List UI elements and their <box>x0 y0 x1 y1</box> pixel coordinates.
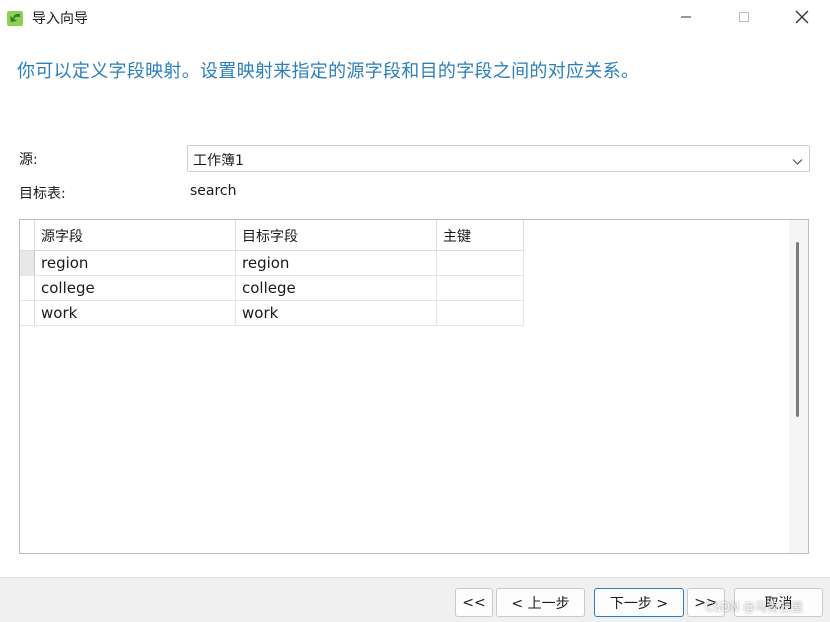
last-step-button[interactable]: >> <box>687 588 725 617</box>
table-row[interactable]: college college <box>20 276 524 301</box>
maximize-icon <box>739 12 749 22</box>
primary-key-cell[interactable] <box>437 251 524 276</box>
source-field-cell[interactable]: college <box>35 276 236 301</box>
window-title: 导入向导 <box>32 11 88 27</box>
instruction-text: 你可以定义字段映射。设置映射来指定的源字段和目的字段之间的对应关系。 <box>17 61 640 82</box>
first-step-button[interactable]: << <box>455 588 493 617</box>
title-bar: 导入向导 <box>0 0 830 34</box>
grid-rows: region region college college work work <box>20 251 524 326</box>
row-indicator[interactable] <box>20 276 35 301</box>
next-step-button[interactable]: 下一步 > <box>594 588 684 617</box>
target-field-cell[interactable]: work <box>236 301 437 326</box>
previous-step-button[interactable]: < 上一步 <box>496 588 585 617</box>
row-indicator[interactable] <box>20 251 35 276</box>
primary-key-cell[interactable] <box>437 301 524 326</box>
column-header-target[interactable]: 目标字段 <box>236 220 437 251</box>
field-mapping-grid[interactable]: 源字段 目标字段 主键 region region college colleg… <box>19 219 809 554</box>
grid-corner <box>20 220 35 251</box>
primary-key-cell[interactable] <box>437 276 524 301</box>
target-label: 目标表: <box>19 186 66 202</box>
wizard-footer: << < 上一步 下一步 > >> 取消 CSDN @马肯云屋 <box>0 577 830 622</box>
import-wizard-icon <box>6 8 26 28</box>
minimize-icon <box>681 16 691 18</box>
source-select[interactable]: 工作簿1 <box>187 145 810 172</box>
close-icon <box>795 10 809 24</box>
chevron-down-icon <box>792 154 803 170</box>
table-row[interactable]: work work <box>20 301 524 326</box>
source-field-cell[interactable]: work <box>35 301 236 326</box>
minimize-button[interactable] <box>663 0 709 34</box>
cancel-button[interactable]: 取消 <box>734 588 823 617</box>
target-field-cell[interactable]: region <box>236 251 437 276</box>
row-indicator[interactable] <box>20 301 35 326</box>
vertical-scrollbar[interactable] <box>789 220 808 553</box>
source-field-cell[interactable]: region <box>35 251 236 276</box>
source-select-value: 工作簿1 <box>193 153 244 169</box>
source-label: 源: <box>19 152 38 168</box>
target-value: search <box>190 183 237 199</box>
column-header-source[interactable]: 源字段 <box>35 220 236 251</box>
close-button[interactable] <box>779 0 825 34</box>
grid-header: 源字段 目标字段 主键 <box>20 220 524 251</box>
column-header-primary-key[interactable]: 主键 <box>437 220 524 251</box>
scrollbar-thumb[interactable] <box>796 242 799 417</box>
maximize-button <box>721 0 767 34</box>
table-row[interactable]: region region <box>20 251 524 276</box>
target-field-cell[interactable]: college <box>236 276 437 301</box>
